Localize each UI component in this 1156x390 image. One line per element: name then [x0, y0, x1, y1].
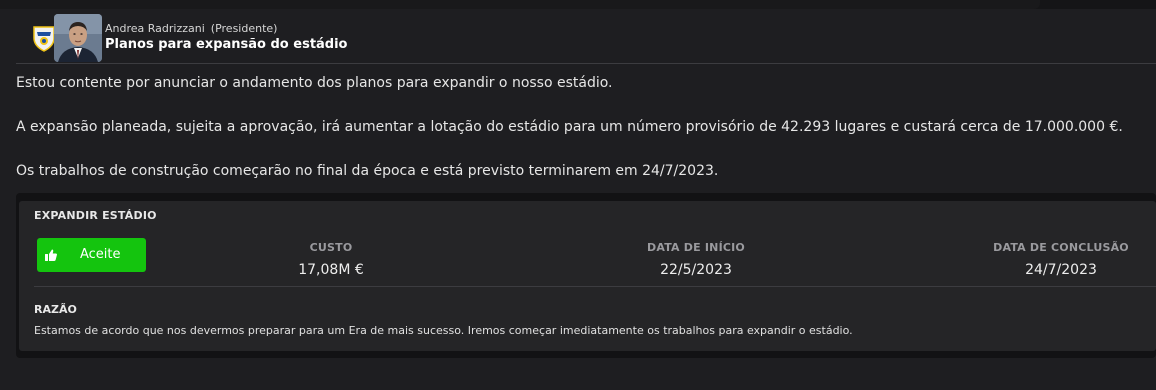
thumbs-up-icon	[45, 249, 57, 261]
header-divider	[16, 63, 1156, 64]
club-crest-icon	[33, 26, 55, 52]
end-date-label: DATA DE CONCLUSÃO	[993, 241, 1129, 254]
avatar-portrait	[54, 14, 102, 62]
expansion-card-body: EXPANDIR ESTÁDIO Aceite CUSTO 17,08M € D…	[19, 201, 1156, 351]
top-strip	[0, 0, 1156, 9]
expansion-card-title: EXPANDIR ESTÁDIO	[34, 209, 157, 222]
reason-text: Estamos de acordo que nos devermos prepa…	[34, 324, 853, 337]
message-paragraph: Os trabalhos de construção começarão no …	[16, 163, 719, 179]
reason-title: RAZÃO	[34, 303, 77, 316]
sender-line: Andrea Radrizzani (Presidente)	[105, 22, 277, 35]
sender-role: (Presidente)	[210, 22, 278, 35]
expansion-card: EXPANDIR ESTÁDIO Aceite CUSTO 17,08M € D…	[16, 193, 1156, 358]
end-date-value: 24/7/2023	[1025, 262, 1097, 278]
accept-button-label: Aceite	[80, 247, 121, 262]
message-paragraph: A expansão planeada, sujeita a aprovação…	[16, 119, 1123, 135]
top-tab	[0, 0, 1040, 9]
message-paragraph: Estou contente por anunciar o andamento …	[16, 75, 613, 91]
start-date-value: 22/5/2023	[660, 262, 732, 278]
cost-label: CUSTO	[309, 241, 353, 254]
card-divider	[34, 286, 1156, 287]
accept-button[interactable]: Aceite	[37, 238, 146, 272]
start-date-label: DATA DE INÍCIO	[647, 241, 745, 254]
message-subject: Planos para expansão do estádio	[105, 37, 348, 52]
cost-value: 17,08M €	[298, 262, 364, 278]
avatar[interactable]	[54, 14, 102, 62]
sender-name[interactable]: Andrea Radrizzani	[105, 22, 205, 35]
message-view: Andrea Radrizzani (Presidente) Planos par…	[0, 0, 1156, 390]
